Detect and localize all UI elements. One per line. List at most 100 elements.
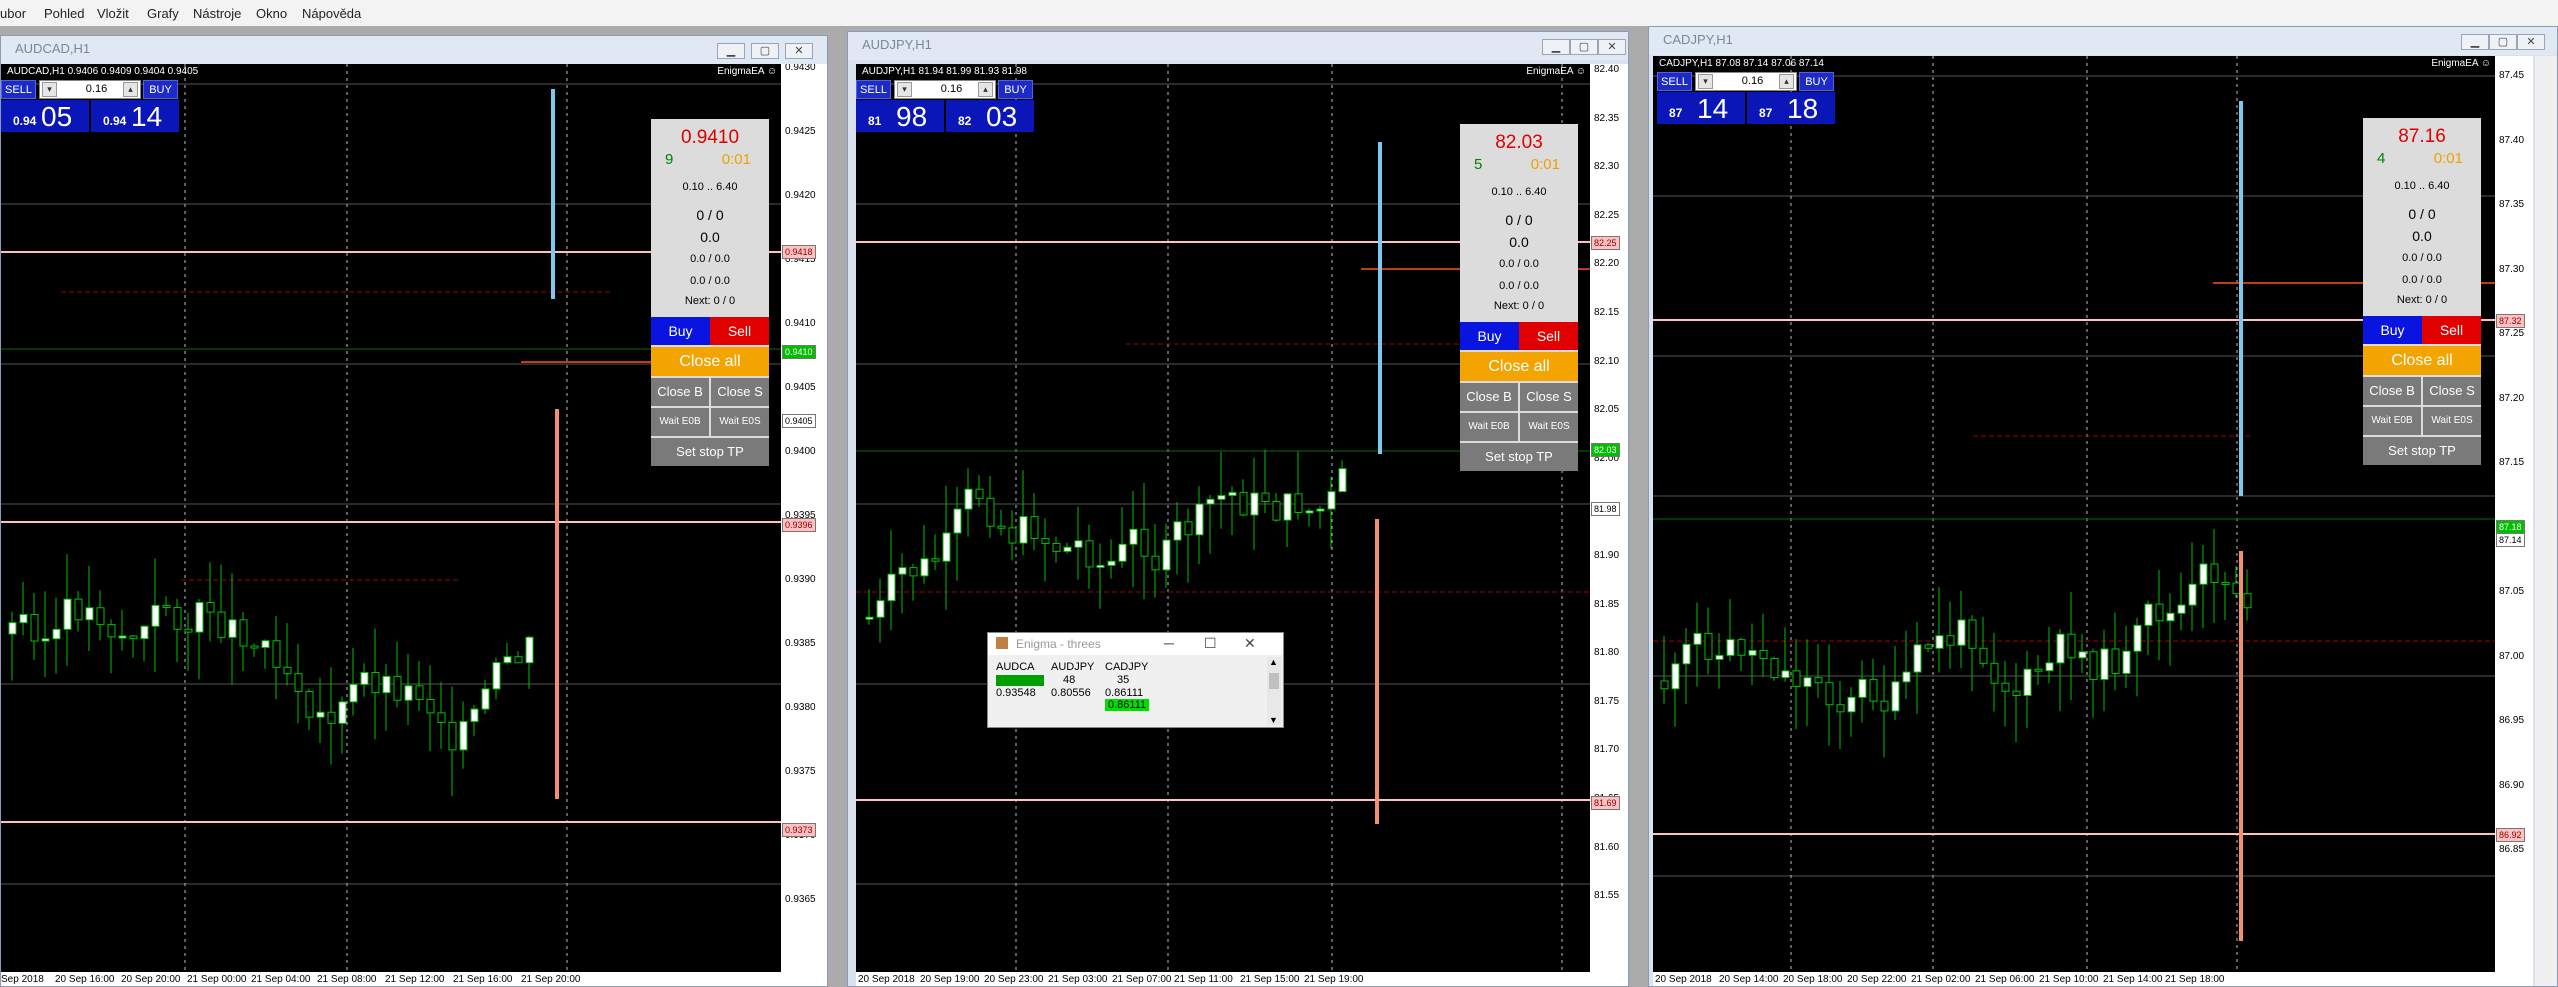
- set-stop-tp-button[interactable]: Set stop TP: [1460, 443, 1578, 471]
- ask-price-box[interactable]: 87 18: [1747, 92, 1835, 124]
- time-axis[interactable]: 20 Sep 2018 20 Sep 14:00 20 Sep 18:00 20 Se…: [1653, 972, 2495, 986]
- set-stop-tp-button[interactable]: Set stop TP: [651, 438, 769, 466]
- buy-button[interactable]: BUY: [1799, 72, 1834, 91]
- popup-titlebar[interactable]: Enigma - threes ─ ☐ ✕: [988, 633, 1283, 655]
- lot-input[interactable]: ▾ 0.16 ▴: [39, 80, 141, 99]
- close-b-button[interactable]: Close B: [2363, 377, 2421, 405]
- maximize-button[interactable]: ▢: [751, 43, 779, 59]
- wait-e0b-button[interactable]: Wait E0B: [1460, 413, 1518, 441]
- menu-grafy[interactable]: Grafy: [147, 0, 179, 26]
- minimize-button[interactable]: ▁: [717, 43, 745, 59]
- bid-price-box[interactable]: 87 14: [1657, 92, 1745, 124]
- panel-time: 0:01: [1530, 156, 1560, 173]
- close-b-button[interactable]: Close B: [1460, 383, 1518, 411]
- time-tick: 21 Sep 00:00: [187, 974, 247, 985]
- time-tick: 21 Sep 15:00: [1240, 974, 1300, 985]
- window-titlebar[interactable]: CADJPY,H1 ▁ ▢ ✕: [1649, 27, 2557, 55]
- wait-e0b-button[interactable]: Wait E0B: [2363, 407, 2421, 435]
- enigma-panel: 82.03 5 0:01 0.10 .. 6.40 0 / 0 0.0 0.0 …: [1460, 124, 1578, 471]
- price-axis[interactable]: 82.40 82.35 82.30 82.25 82.20 82.15 82.10 82.05…: [1590, 64, 1628, 986]
- close-button[interactable]: ✕: [2517, 34, 2545, 50]
- scroll-thumb[interactable]: [1269, 673, 1279, 689]
- candle-body: [865, 616, 874, 620]
- buy-button[interactable]: BUY: [143, 80, 178, 99]
- time-axis[interactable]: 20 Sep 2018 20 Sep 19:00 20 Sep 23:00 21 Se…: [856, 972, 1590, 986]
- close-icon[interactable]: ✕: [1244, 635, 1256, 652]
- chart-canvas[interactable]: CADJPY,H1 87.08 87.14 87.06 87.14 EnigmaE…: [1653, 56, 2533, 986]
- wait-e0b-button[interactable]: Wait E0B: [651, 408, 709, 436]
- chart-canvas[interactable]: AUDJPY,H1 81.94 81.99 81.93 81.98 EnigmaE…: [856, 64, 1628, 986]
- panel-sell-button[interactable]: Sell: [1519, 322, 1578, 350]
- sell-button[interactable]: SELL: [1, 80, 36, 99]
- panel-buy-button[interactable]: Buy: [651, 317, 710, 345]
- lot-decrease-icon[interactable]: ▾: [1698, 74, 1713, 89]
- menu-ubor[interactable]: ubor: [0, 0, 26, 26]
- wait-e0s-button[interactable]: Wait E0S: [1520, 413, 1578, 441]
- candle-body: [1107, 560, 1116, 566]
- panel-buy-button[interactable]: Buy: [1460, 322, 1519, 350]
- menu-vloit[interactable]: Vložit: [97, 0, 129, 26]
- scroll-down-icon[interactable]: ▼: [1269, 715, 1278, 725]
- wait-e0s-button[interactable]: Wait E0S: [711, 408, 769, 436]
- chart-canvas[interactable]: AUDCAD,H1 0.9406 0.9409 0.9404 0.9405 Eni…: [1, 64, 827, 986]
- popup-scrollbar[interactable]: ▲ ▼: [1267, 657, 1281, 725]
- close-button[interactable]: ✕: [1598, 39, 1626, 55]
- scroll-up-icon[interactable]: ▲: [1269, 657, 1278, 667]
- time-tick: 20 Sep 22:00: [1847, 974, 1907, 985]
- menu-nstroje[interactable]: Nástroje: [193, 0, 241, 26]
- close-all-button[interactable]: Close all: [1460, 352, 1578, 381]
- lot-increase-icon[interactable]: ▴: [1779, 74, 1794, 89]
- candle-body: [931, 558, 940, 562]
- lot-input[interactable]: ▾ 0.16 ▴: [1695, 72, 1797, 91]
- panel-buy-button[interactable]: Buy: [2363, 316, 2422, 344]
- chart-window-audcad[interactable]: AUDCAD,H1 ▁ ▢ ✕ AUDCAD,H1 0.9406 0.9409 …: [0, 35, 828, 987]
- close-s-button[interactable]: Close S: [711, 378, 769, 406]
- lot-increase-icon[interactable]: ▴: [978, 82, 993, 97]
- buy-button[interactable]: BUY: [998, 80, 1033, 99]
- chart-window-audjpy[interactable]: AUDJPY,H1 ▁ ▢ ✕ AUDJPY,H1 81.94 81.99 81…: [847, 31, 1629, 987]
- maximize-button[interactable]: ▢: [2489, 34, 2517, 50]
- window-titlebar[interactable]: AUDCAD,H1 ▁ ▢ ✕: [1, 36, 827, 64]
- ask-price-box[interactable]: 82 03: [946, 100, 1034, 132]
- bid-price-box[interactable]: 0.94 05: [1, 100, 89, 132]
- menu-npovda[interactable]: Nápověda: [302, 0, 361, 26]
- price-axis[interactable]: 0.9430 0.9425 0.9420 0.9415 0.9410 0.9405 0.94…: [781, 64, 827, 986]
- lot-decrease-icon[interactable]: ▾: [42, 82, 57, 97]
- close-all-button[interactable]: Close all: [651, 347, 769, 376]
- close-button[interactable]: ✕: [785, 43, 813, 59]
- menu-okno[interactable]: Okno: [256, 0, 287, 26]
- bid-price-box[interactable]: 81 98: [856, 100, 944, 132]
- sell-button[interactable]: SELL: [856, 80, 891, 99]
- panel-price: 87.16: [2398, 126, 2446, 147]
- sell-button[interactable]: SELL: [1657, 72, 1692, 91]
- window-titlebar[interactable]: AUDJPY,H1 ▁ ▢ ✕: [848, 32, 1628, 60]
- vertical-scrollbar[interactable]: [2535, 56, 2557, 986]
- panel-sell-button[interactable]: Sell: [2422, 316, 2481, 344]
- ask-price-box[interactable]: 0.94 14: [91, 100, 179, 132]
- panel-sell-button[interactable]: Sell: [710, 317, 769, 345]
- set-stop-tp-button[interactable]: Set stop TP: [2363, 437, 2481, 465]
- time-tick: 21 Sep 07:00: [1112, 974, 1172, 985]
- close-all-button[interactable]: Close all: [2363, 346, 2481, 375]
- close-s-button[interactable]: Close S: [1520, 383, 1578, 411]
- candle-body: [2100, 648, 2109, 680]
- enigma-popup-window[interactable]: Enigma - threes ─ ☐ ✕ AUDCA AUDJPY CADJP…: [987, 632, 1284, 728]
- menu-pohled[interactable]: Pohled: [44, 0, 84, 26]
- chart-window-cadjpy[interactable]: CADJPY,H1 ▁ ▢ ✕ CADJPY,H1 87.08 87.14 87…: [1648, 26, 2558, 987]
- price-label-pink: 86.92: [2496, 828, 2525, 842]
- lot-input[interactable]: ▾ 0.16 ▴: [894, 80, 996, 99]
- wait-e0s-button[interactable]: Wait E0S: [2423, 407, 2481, 435]
- minimize-icon[interactable]: ─: [1164, 635, 1174, 651]
- maximize-button[interactable]: ▢: [1570, 39, 1598, 55]
- candle-body: [2155, 603, 2164, 622]
- lot-increase-icon[interactable]: ▴: [123, 82, 138, 97]
- price-axis[interactable]: 87.4587.4087.3587.3087.2587.2087.1587.10…: [2495, 56, 2533, 986]
- maximize-icon[interactable]: ☐: [1204, 635, 1217, 652]
- close-s-button[interactable]: Close S: [2423, 377, 2481, 405]
- time-axis[interactable]: Sep 2018 20 Sep 16:00 20 Sep 20:00 21 Sep 0…: [1, 972, 781, 986]
- lot-decrease-icon[interactable]: ▾: [897, 82, 912, 97]
- minimize-button[interactable]: ▁: [2461, 34, 2489, 50]
- candle-body: [228, 619, 237, 638]
- close-b-button[interactable]: Close B: [651, 378, 709, 406]
- minimize-button[interactable]: ▁: [1542, 39, 1570, 55]
